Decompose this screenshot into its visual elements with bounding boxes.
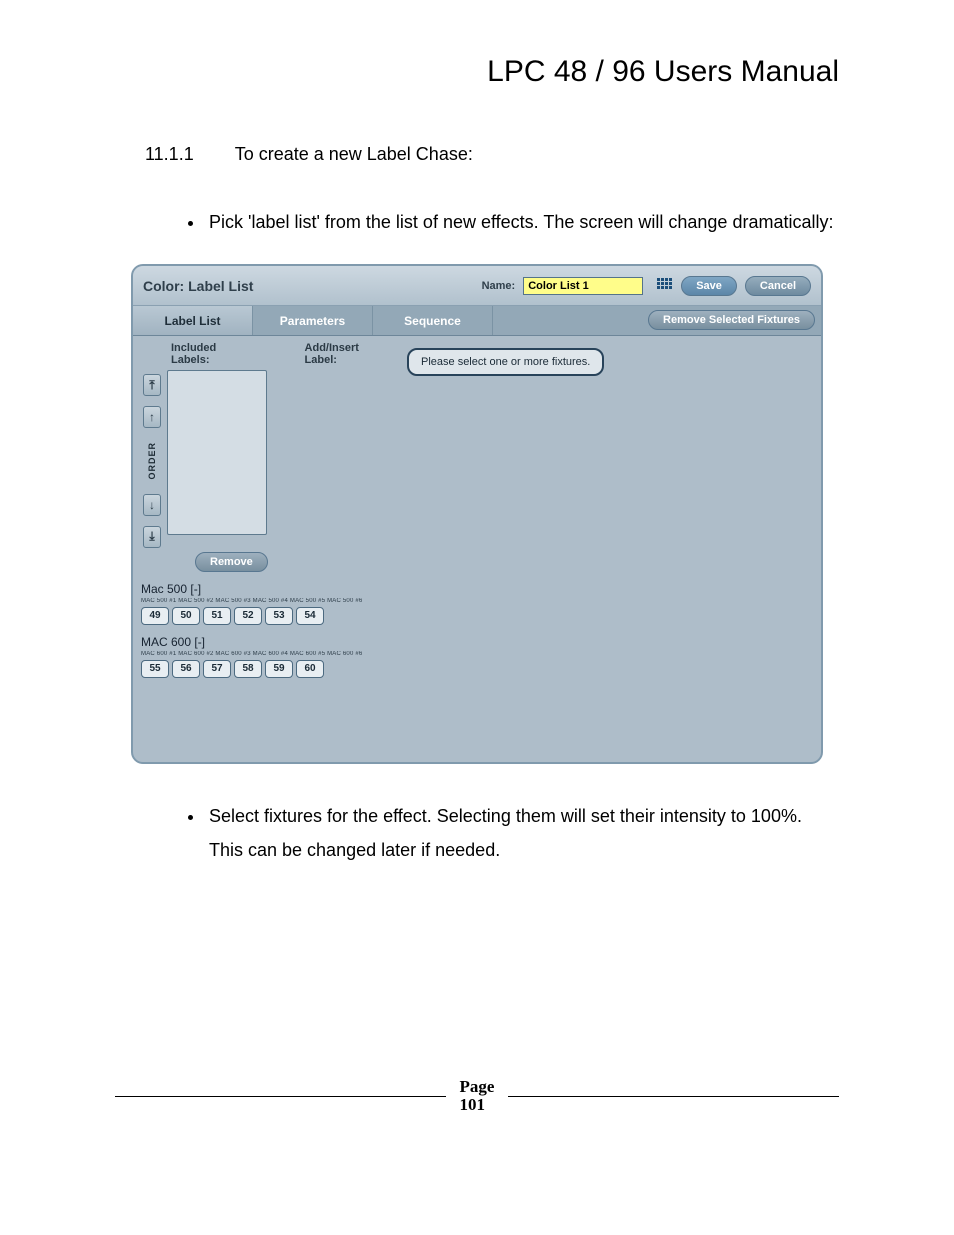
fixture-button[interactable]: 54	[296, 607, 324, 625]
section-heading: 11.1.1 To create a new Label Chase:	[145, 144, 839, 165]
fixture-button[interactable]: 56	[172, 660, 200, 678]
fixture-group-title[interactable]: Mac 500 [-]	[141, 582, 391, 596]
name-input[interactable]	[523, 277, 643, 295]
cancel-button[interactable]: Cancel	[745, 276, 811, 296]
fixture-button[interactable]: 51	[203, 607, 231, 625]
included-labels-listbox[interactable]	[167, 370, 267, 535]
footer-rule	[115, 1096, 446, 1097]
fixture-group: Mac 500 [-] MAC 500 #1 MAC 500 #2 MAC 50…	[141, 582, 391, 625]
bullet-item: Pick 'label list' from the list of new e…	[205, 205, 839, 239]
page-footer: Page 101	[115, 1078, 839, 1128]
fixture-button[interactable]: 53	[265, 607, 293, 625]
color-grid-icon[interactable]	[657, 278, 673, 294]
panel-title: Color: Label List	[143, 278, 253, 294]
name-label: Name:	[482, 280, 516, 292]
footer-rule	[508, 1096, 839, 1097]
fixture-button[interactable]: 58	[234, 660, 262, 678]
section-number: 11.1.1	[145, 144, 230, 165]
move-down-button[interactable]: ↓	[143, 494, 161, 516]
fixture-button[interactable]: 50	[172, 607, 200, 625]
fixture-button[interactable]: 57	[203, 660, 231, 678]
fixture-button[interactable]: 49	[141, 607, 169, 625]
remove-selected-fixtures-button[interactable]: Remove Selected Fixtures	[648, 310, 815, 330]
fixture-button[interactable]: 59	[265, 660, 293, 678]
fixture-group: MAC 600 [-] MAC 600 #1 MAC 600 #2 MAC 60…	[141, 635, 391, 678]
included-labels-header: Included Labels:	[171, 342, 255, 366]
tab-bar: Label List Parameters Sequence Remove Se…	[133, 306, 821, 336]
remove-button[interactable]: Remove	[195, 552, 268, 572]
fixture-button[interactable]: 55	[141, 660, 169, 678]
tab-parameters[interactable]: Parameters	[253, 306, 373, 335]
double-arrow-up-icon: ⤒	[149, 378, 154, 393]
arrow-down-icon: ↓	[149, 498, 155, 512]
app-panel: Color: Label List Name: Save Cancel Labe…	[131, 264, 823, 764]
add-insert-label-header: Add/Insert Label:	[305, 342, 391, 366]
fixture-group-title[interactable]: MAC 600 [-]	[141, 635, 391, 649]
move-bottom-button[interactable]: ⤓	[143, 526, 161, 548]
fixture-button[interactable]: 60	[296, 660, 324, 678]
double-arrow-down-icon: ⤓	[149, 529, 154, 544]
document-title: LPC 48 / 96 Users Manual	[115, 55, 839, 89]
order-label: ORDER	[147, 438, 157, 484]
section-title: To create a new Label Chase:	[235, 144, 473, 164]
fixture-group-sub: MAC 500 #1 MAC 500 #2 MAC 500 #3 MAC 500…	[141, 598, 391, 604]
app-titlebar: Color: Label List Name: Save Cancel	[133, 266, 821, 306]
tab-sequence[interactable]: Sequence	[373, 306, 493, 335]
page-number: 101	[460, 1096, 495, 1115]
move-top-button[interactable]: ⤒	[143, 374, 161, 396]
move-up-button[interactable]: ↑	[143, 406, 161, 428]
bullet-item: Select fixtures for the effect. Selectin…	[205, 799, 839, 867]
tab-label-list[interactable]: Label List	[133, 306, 253, 335]
save-button[interactable]: Save	[681, 276, 737, 296]
arrow-up-icon: ↑	[149, 410, 155, 424]
page-label: Page	[460, 1078, 495, 1097]
hint-tooltip: Please select one or more fixtures.	[407, 348, 604, 376]
fixture-button[interactable]: 52	[234, 607, 262, 625]
fixture-group-sub: MAC 600 #1 MAC 600 #2 MAC 600 #3 MAC 600…	[141, 651, 391, 657]
